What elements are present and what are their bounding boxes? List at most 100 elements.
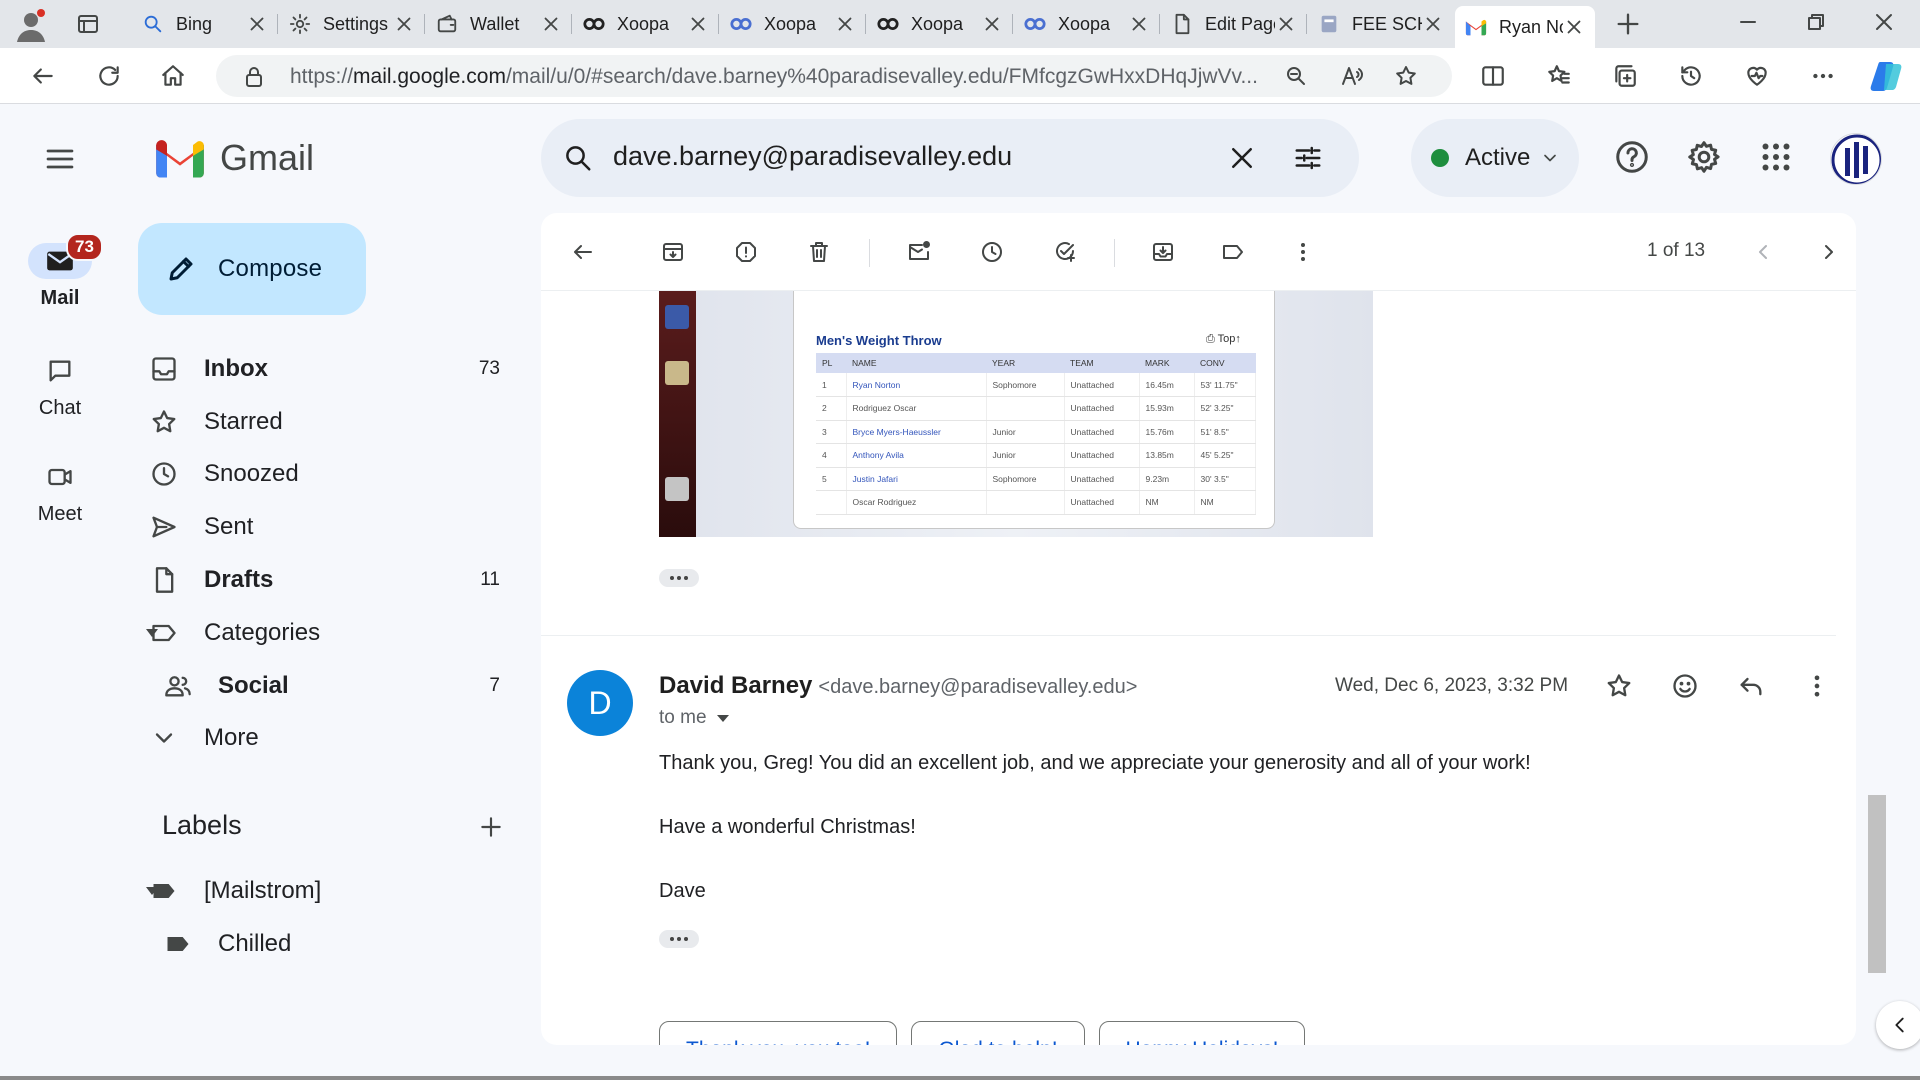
- close-icon[interactable]: [981, 13, 1003, 35]
- sidebar-item-drafts[interactable]: Drafts 11: [138, 558, 518, 602]
- browser-tab[interactable]: Wallet: [426, 6, 572, 42]
- zoom-out-icon[interactable]: [1284, 64, 1308, 88]
- browser-tab-active[interactable]: Ryan Norton: [1455, 6, 1595, 48]
- home-icon[interactable]: [160, 63, 186, 89]
- browser-tab[interactable]: Edit Page: [1161, 6, 1307, 42]
- add-label-icon[interactable]: [478, 814, 504, 840]
- sidebar-item-starred[interactable]: Starred: [138, 400, 518, 444]
- show-trimmed-content-button[interactable]: [659, 569, 699, 587]
- collections-icon[interactable]: [1612, 63, 1638, 89]
- history-icon[interactable]: [1678, 63, 1704, 89]
- read-aloud-icon[interactable]: [1340, 64, 1364, 88]
- minimize-icon[interactable]: [1736, 10, 1760, 34]
- sender-avatar[interactable]: D: [567, 670, 633, 736]
- url-text[interactable]: https://mail.google.com/mail/u/0/#search…: [290, 65, 1290, 89]
- favorites-icon[interactable]: [1546, 63, 1572, 89]
- gmail-logo[interactable]: Gmail: [154, 137, 314, 179]
- tab-actions-icon[interactable]: [76, 12, 100, 36]
- side-panel-toggle[interactable]: [1876, 1001, 1920, 1049]
- close-icon[interactable]: [687, 13, 709, 35]
- older-chevron-icon[interactable]: [1817, 240, 1841, 264]
- browser-tab[interactable]: Bing: [132, 6, 278, 42]
- close-icon[interactable]: [540, 13, 562, 35]
- more-options-icon[interactable]: [1810, 63, 1836, 89]
- show-trimmed-content-button[interactable]: [659, 930, 699, 948]
- sidebar-item-more[interactable]: More: [138, 716, 518, 760]
- reply-icon[interactable]: [1737, 672, 1765, 700]
- rail-mail[interactable]: 73 Mail: [0, 233, 120, 310]
- clock-icon: [144, 460, 184, 488]
- account-avatar[interactable]: [1830, 133, 1882, 185]
- google-apps-icon[interactable]: [1758, 139, 1794, 175]
- smart-reply-chip[interactable]: Glad to help!: [911, 1021, 1085, 1045]
- browser-tab[interactable]: Xoopa: [1014, 6, 1160, 42]
- close-icon[interactable]: [393, 13, 415, 35]
- smart-reply-chip[interactable]: Happy Holidays!: [1098, 1021, 1306, 1045]
- results-card: Men's Weight Throw ⎙ Top↑ PL NAME YEAR T…: [793, 291, 1275, 529]
- labels-icon[interactable]: [1221, 240, 1245, 264]
- lock-icon[interactable]: [242, 65, 266, 89]
- back-arrow-icon[interactable]: [30, 63, 56, 89]
- settings-gear-icon[interactable]: [1686, 139, 1722, 175]
- sender-name[interactable]: David Barney: [659, 672, 812, 699]
- new-tab-button[interactable]: [1614, 10, 1642, 38]
- browser-tab[interactable]: Xoopa: [720, 6, 866, 42]
- sidebar-item-snoozed[interactable]: Snoozed: [138, 452, 518, 496]
- close-icon[interactable]: [1128, 13, 1150, 35]
- browser-profile-avatar[interactable]: [14, 8, 48, 42]
- search-options-icon[interactable]: [1293, 143, 1323, 173]
- more-actions-icon[interactable]: [1291, 240, 1315, 264]
- column-header: MARK: [1139, 353, 1194, 373]
- rail-chat[interactable]: Chat: [0, 353, 120, 420]
- newer-chevron-icon[interactable]: [1751, 240, 1775, 264]
- add-to-tasks-icon[interactable]: [1053, 240, 1077, 264]
- sidebar-item-social[interactable]: Social 7: [152, 664, 518, 708]
- search-bar[interactable]: dave.barney@paradisevalley.edu: [541, 119, 1359, 197]
- smart-reply-chip[interactable]: Thank you, you too!: [659, 1021, 898, 1045]
- restore-icon[interactable]: [1804, 10, 1828, 34]
- image-thumbnail: [665, 477, 689, 501]
- report-spam-icon[interactable]: [734, 240, 758, 264]
- add-reaction-icon[interactable]: [1671, 672, 1699, 700]
- favorite-star-icon[interactable]: [1394, 64, 1418, 88]
- archive-icon[interactable]: [661, 240, 685, 264]
- window-close-icon[interactable]: [1872, 10, 1896, 34]
- sidebar-item-inbox[interactable]: Inbox 73: [138, 347, 518, 391]
- copilot-icon[interactable]: [1870, 60, 1904, 92]
- close-icon[interactable]: [1563, 16, 1585, 38]
- main-menu-icon[interactable]: [44, 143, 76, 175]
- snooze-icon[interactable]: [980, 240, 1004, 264]
- recipients-toggle[interactable]: to me: [659, 707, 729, 729]
- status-selector[interactable]: Active: [1411, 119, 1579, 197]
- message-more-icon[interactable]: [1803, 672, 1831, 700]
- rail-meet[interactable]: Meet: [0, 459, 120, 526]
- browser-tab[interactable]: Xoopa: [573, 6, 719, 42]
- split-screen-icon[interactable]: [1480, 63, 1506, 89]
- clear-search-icon[interactable]: [1227, 143, 1257, 173]
- close-icon[interactable]: [246, 13, 268, 35]
- sidebar-item-sent[interactable]: Sent: [138, 505, 518, 549]
- close-icon[interactable]: [1422, 13, 1444, 35]
- star-message-icon[interactable]: [1605, 672, 1633, 700]
- compose-button[interactable]: Compose: [138, 223, 366, 315]
- help-icon[interactable]: [1614, 139, 1650, 175]
- move-to-icon[interactable]: [1151, 240, 1175, 264]
- delete-icon[interactable]: [807, 240, 831, 264]
- sidebar-label-chilled[interactable]: Chilled: [152, 922, 518, 966]
- mark-unread-icon[interactable]: [907, 240, 931, 264]
- search-icon[interactable]: [563, 143, 593, 173]
- browser-tab[interactable]: FEE SCHEDULE: [1308, 6, 1454, 42]
- scrollbar-thumb[interactable]: [1868, 795, 1886, 973]
- search-input[interactable]: dave.barney@paradisevalley.edu: [613, 141, 1012, 172]
- browser-tab[interactable]: Settings: [279, 6, 425, 42]
- close-icon[interactable]: [834, 13, 856, 35]
- browser-tab[interactable]: Xoopa: [867, 6, 1013, 42]
- sidebar-label-mailstrom[interactable]: [Mailstrom]: [138, 869, 518, 913]
- refresh-icon[interactable]: [96, 63, 122, 89]
- browser-essentials-icon[interactable]: [1744, 63, 1770, 89]
- address-bar[interactable]: https://mail.google.com/mail/u/0/#search…: [216, 55, 1452, 97]
- close-icon[interactable]: [1275, 13, 1297, 35]
- back-to-list-icon[interactable]: [571, 240, 595, 264]
- sidebar-item-categories[interactable]: Categories: [138, 611, 518, 655]
- embedded-image[interactable]: Men's Weight Throw ⎙ Top↑ PL NAME YEAR T…: [659, 291, 1373, 537]
